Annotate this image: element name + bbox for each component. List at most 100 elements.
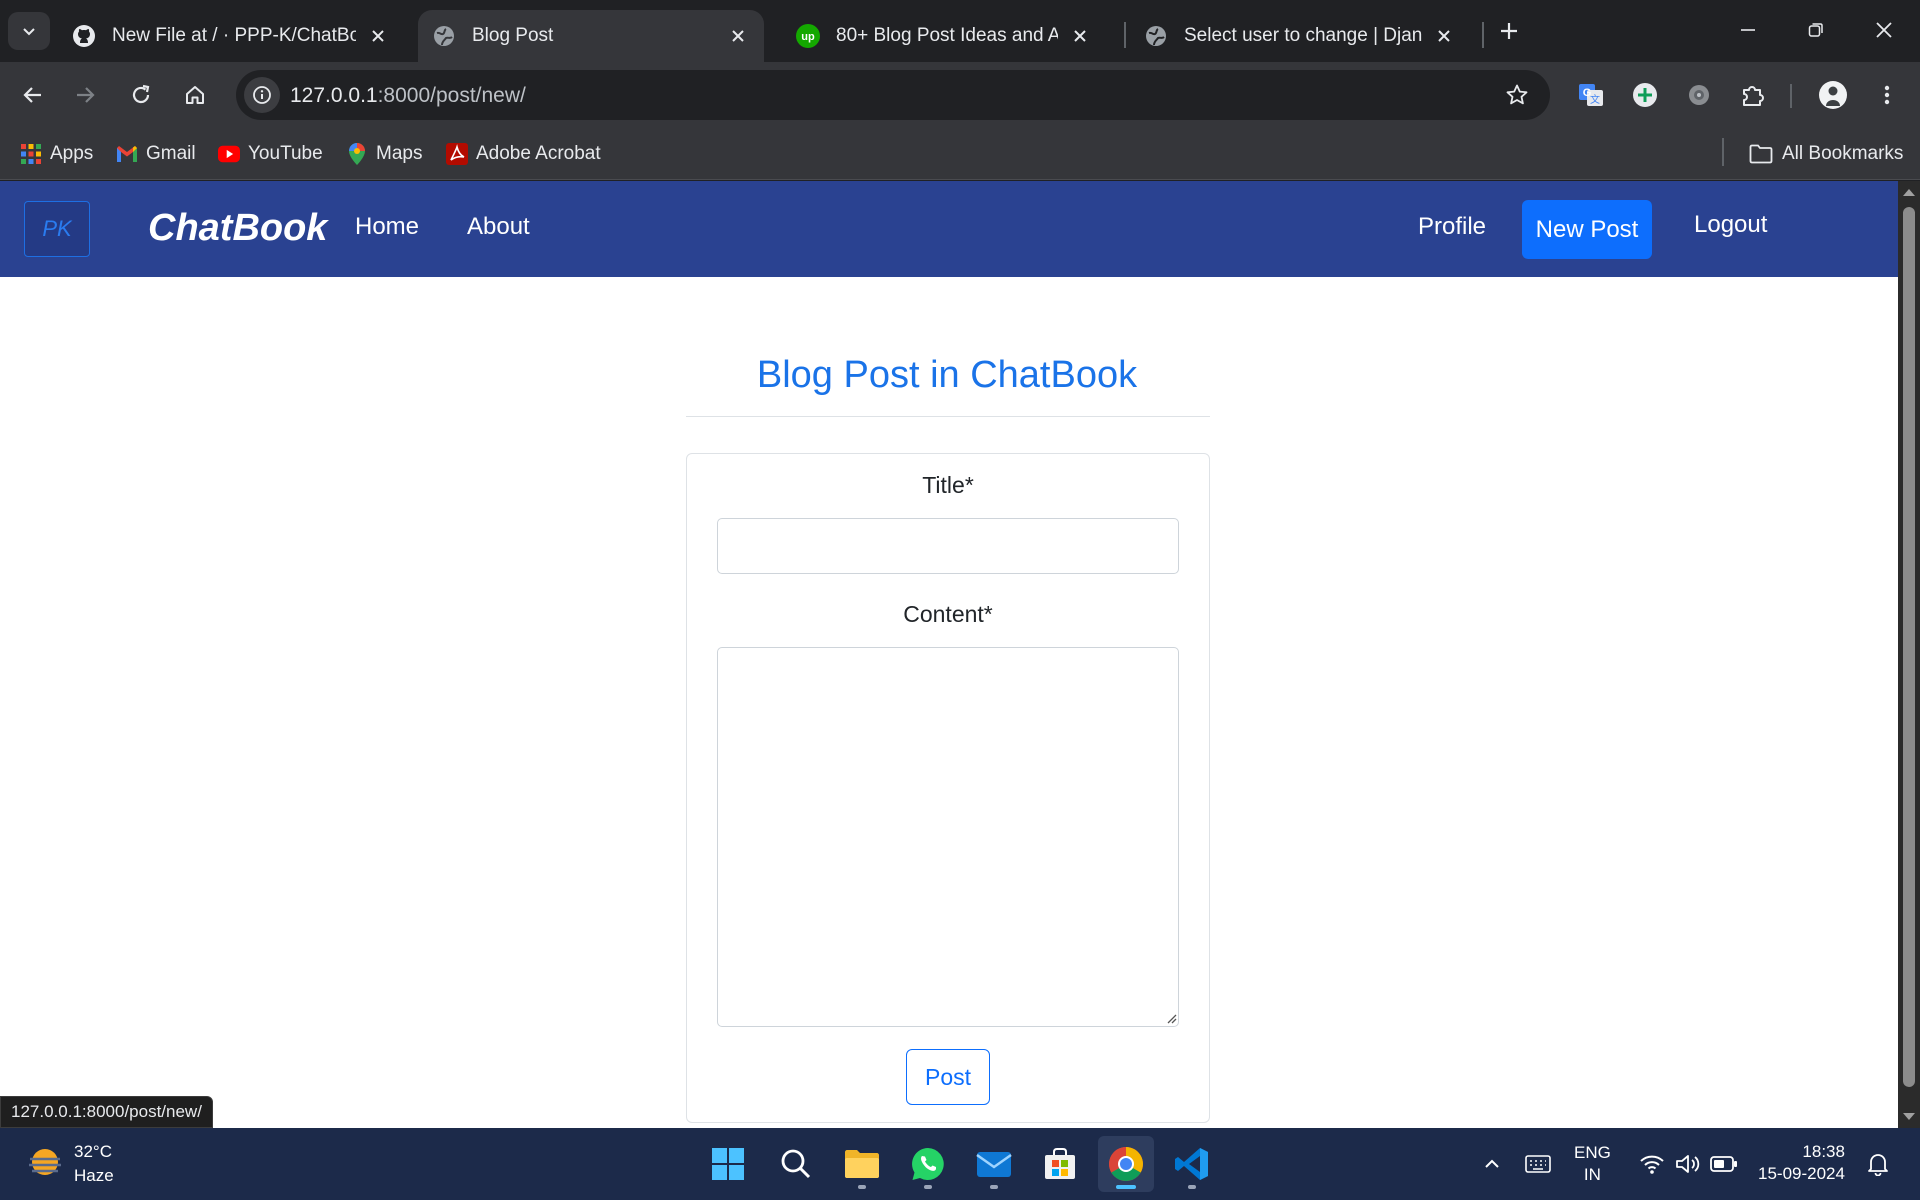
bookmarks-separator	[1722, 138, 1724, 166]
svg-text:文: 文	[1590, 93, 1600, 106]
url-path: :8000/post/new/	[377, 84, 526, 107]
profile-avatar-button[interactable]	[1814, 76, 1852, 114]
tab-github[interactable]: New File at / · PPP-K/ChatBook	[58, 10, 404, 62]
title-input[interactable]	[717, 518, 1179, 574]
running-indicator	[990, 1185, 998, 1189]
bookmark-label: Gmail	[146, 143, 196, 164]
browser-tab-strip: New File at / · PPP-K/ChatBook Blog Post…	[0, 0, 1920, 62]
browser-toolbar: 127.0.0.1:8000/post/new/ G文	[0, 62, 1920, 128]
tab-django-admin[interactable]: Select user to change | Django s	[1130, 10, 1470, 62]
maps-icon	[346, 143, 368, 165]
page-viewport: PK ChatBook Home About Profile New Post …	[0, 181, 1898, 1128]
mail-icon	[976, 1152, 1012, 1177]
weather-widget[interactable]: 32°C Haze	[26, 1140, 114, 1188]
translate-icon: G文	[1579, 84, 1603, 106]
scrollbar-thumb[interactable]	[1903, 207, 1915, 1087]
close-icon[interactable]	[1432, 24, 1456, 48]
minimize-button[interactable]	[1720, 8, 1776, 52]
close-icon[interactable]	[1068, 24, 1092, 48]
restore-button[interactable]	[1788, 8, 1844, 52]
avatar-icon	[1819, 81, 1847, 109]
store-icon	[1045, 1148, 1075, 1179]
taskbar-microsoft-store[interactable]	[1032, 1136, 1088, 1192]
bookmarks-bar: Apps Gmail YouTube Maps Adobe Acrobat Al…	[0, 128, 1920, 180]
volume-status[interactable]	[1672, 1148, 1704, 1180]
forward-button[interactable]	[66, 76, 104, 114]
more-vertical-icon	[1884, 85, 1890, 105]
input-language-indicator[interactable]: ENG IN	[1574, 1142, 1611, 1186]
youtube-icon	[218, 143, 240, 165]
tab-blog-post[interactable]: Blog Post	[418, 10, 764, 62]
scroll-down-arrow-icon[interactable]	[1903, 1113, 1915, 1120]
bookmark-label: Adobe Acrobat	[476, 143, 601, 164]
home-button[interactable]	[176, 76, 214, 114]
keyboard-icon	[1525, 1155, 1551, 1173]
nav-logout-link[interactable]: Logout	[1694, 211, 1767, 239]
browser-menu-button[interactable]	[1868, 76, 1906, 114]
search-icon	[781, 1149, 811, 1179]
extensions-menu-button[interactable]	[1734, 76, 1772, 114]
taskbar-mail[interactable]	[966, 1136, 1022, 1192]
tab-blog-ideas[interactable]: up 80+ Blog Post Ideas and Article	[782, 10, 1106, 62]
bookmark-star-icon[interactable]	[1504, 82, 1530, 108]
bookmark-maps[interactable]: Maps	[346, 140, 422, 168]
extension-button[interactable]	[1680, 76, 1718, 114]
taskbar-vscode[interactable]	[1164, 1136, 1220, 1192]
tab-title: New File at / · PPP-K/ChatBook	[112, 25, 356, 46]
taskbar-whatsapp[interactable]	[900, 1136, 956, 1192]
bookmark-apps[interactable]: Apps	[20, 140, 93, 168]
bookmark-gmail[interactable]: Gmail	[116, 140, 196, 168]
clock[interactable]: 18:38 15-09-2024	[1758, 1141, 1845, 1185]
tab-title: Blog Post	[472, 25, 554, 46]
apps-grid-icon	[20, 143, 42, 165]
brand-name[interactable]: ChatBook	[148, 207, 327, 250]
bell-icon	[1868, 1154, 1888, 1176]
taskbar-file-explorer[interactable]	[834, 1136, 890, 1192]
nav-home-link[interactable]: Home	[355, 213, 419, 241]
nav-profile-link[interactable]: Profile	[1418, 213, 1486, 241]
reload-button[interactable]	[122, 76, 160, 114]
post-submit-button[interactable]: Post	[906, 1049, 990, 1105]
resize-grip-icon[interactable]	[1165, 1012, 1177, 1024]
bookmark-youtube[interactable]: YouTube	[218, 140, 323, 168]
region-code: IN	[1583, 1165, 1601, 1184]
tab-separator	[1482, 22, 1484, 48]
add-extension-button[interactable]	[1626, 76, 1664, 114]
address-bar[interactable]: 127.0.0.1:8000/post/new/	[236, 70, 1550, 120]
clock-time: 18:38	[1802, 1142, 1845, 1161]
running-indicator	[1188, 1185, 1196, 1189]
content-textarea[interactable]	[717, 647, 1179, 1027]
search-button[interactable]	[768, 1136, 824, 1192]
back-button[interactable]	[14, 76, 52, 114]
arrow-left-icon	[23, 87, 41, 103]
wifi-status[interactable]	[1636, 1148, 1668, 1180]
nav-about-link[interactable]: About	[467, 213, 530, 241]
globe-icon	[432, 24, 456, 48]
brand-logo[interactable]: PK	[24, 201, 90, 257]
start-button[interactable]	[700, 1136, 756, 1192]
close-icon[interactable]	[726, 24, 750, 48]
tab-search-button[interactable]	[8, 12, 50, 50]
all-bookmarks-button[interactable]: All Bookmarks	[1748, 140, 1903, 168]
whatsapp-icon	[912, 1148, 944, 1180]
touch-keyboard-button[interactable]	[1522, 1148, 1554, 1180]
google-translate-extension[interactable]: G文	[1572, 76, 1610, 114]
nav-new-post-button[interactable]: New Post	[1522, 200, 1652, 259]
site-info-icon[interactable]	[244, 77, 280, 113]
url-text[interactable]: 127.0.0.1:8000/post/new/	[290, 84, 526, 108]
toolbar-separator	[1790, 84, 1792, 108]
bookmark-adobe-acrobat[interactable]: Adobe Acrobat	[446, 140, 601, 168]
battery-status[interactable]	[1708, 1148, 1740, 1180]
notifications-button[interactable]	[1862, 1148, 1894, 1180]
url-host: 127.0.0.1	[290, 84, 378, 107]
folder-icon	[1748, 143, 1774, 165]
taskbar-chrome[interactable]	[1098, 1136, 1154, 1192]
scroll-up-arrow-icon[interactable]	[1903, 189, 1915, 196]
new-tab-button[interactable]	[1492, 14, 1526, 48]
close-window-button[interactable]	[1856, 8, 1912, 52]
close-icon[interactable]	[366, 24, 390, 48]
page-scrollbar[interactable]	[1898, 181, 1920, 1128]
minimize-icon	[1741, 29, 1755, 31]
show-hidden-icons-button[interactable]	[1476, 1148, 1508, 1180]
folder-icon	[845, 1150, 879, 1178]
